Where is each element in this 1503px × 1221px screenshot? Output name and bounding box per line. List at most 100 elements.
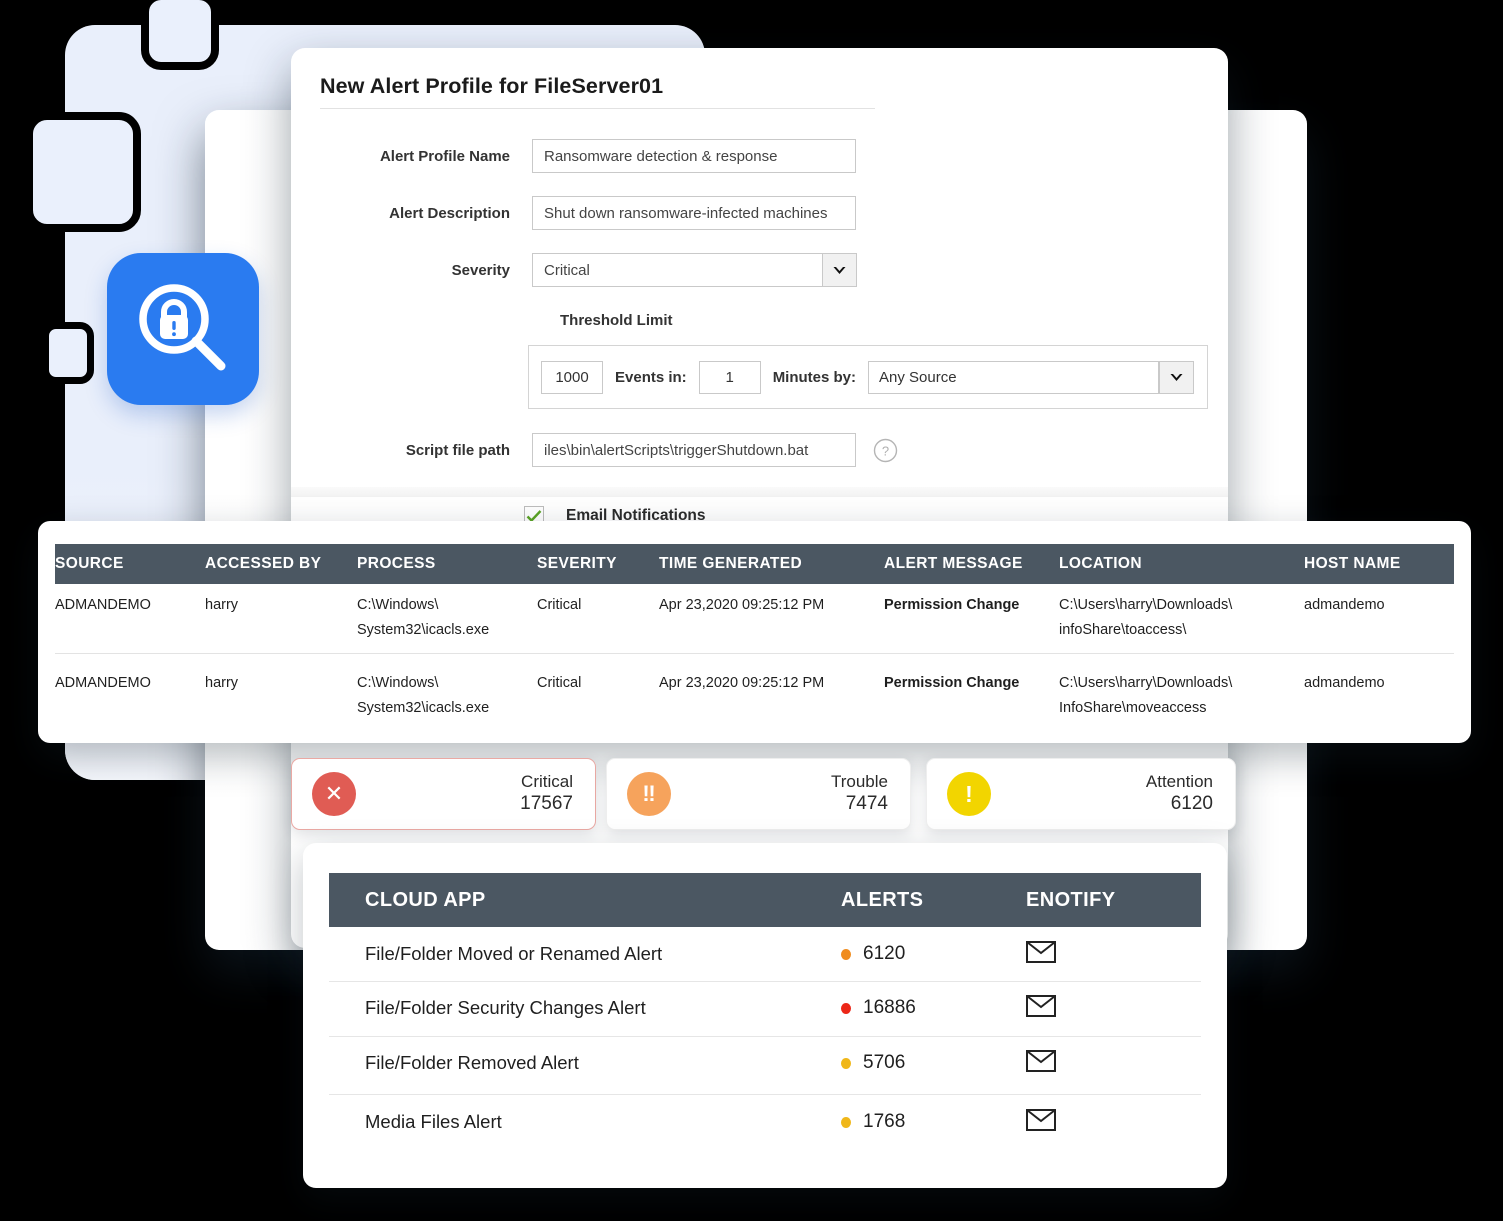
column-header-host-name: HOST NAME: [1304, 555, 1454, 573]
status-card-text: Critical 17567: [356, 772, 595, 816]
threshold-limit-label: Threshold Limit: [560, 312, 673, 329]
severity-dot: [841, 1117, 851, 1128]
status-card-text: Attention 6120: [991, 772, 1235, 816]
list-item[interactable]: File/Folder Removed Alert 5706: [329, 1036, 1201, 1090]
cell-location: C:\Users\harry\Downloads\InfoShare\movea…: [1059, 671, 1304, 721]
table-row-divider: [55, 653, 1454, 654]
status-card-trouble[interactable]: ‼ Trouble 7474: [606, 758, 911, 830]
status-badge: Trouble: [671, 772, 888, 793]
cloud-app-table-header: CLOUD APP ALERTS ENOTIFY: [329, 873, 1201, 927]
cell-alert-message: Permission Change: [884, 593, 1059, 643]
status-count: 7474: [671, 792, 888, 816]
alert-description-input[interactable]: Shut down ransomware-infected machines: [532, 196, 856, 230]
column-header-alert-message: ALERT MESSAGE: [884, 555, 1059, 573]
field-row-alert-description: Alert Description Shut down ransomware-i…: [320, 196, 856, 230]
cell-time-generated: Apr 23,2020 09:25:12 PM: [659, 593, 884, 643]
cloud-app-alerts: 1768: [841, 1111, 1026, 1133]
exclamation-circle-icon: !: [947, 772, 991, 816]
cloud-app-alert-count: 6120: [863, 943, 905, 965]
cell-accessed-by: harry: [205, 671, 357, 721]
envelope-icon[interactable]: [1026, 941, 1201, 968]
table-row[interactable]: ADMANDEMO harry C:\Windows\System32\icac…: [55, 593, 1454, 643]
table-row[interactable]: ADMANDEMO harry C:\Windows\System32\icac…: [55, 671, 1454, 721]
list-item[interactable]: Media Files Alert 1768: [329, 1095, 1201, 1149]
chevron-down-icon[interactable]: [1159, 361, 1194, 394]
status-card-critical[interactable]: ✕ Critical 17567: [291, 758, 596, 830]
script-file-path-label: Script file path: [320, 442, 510, 459]
cloud-app-alert-count: 16886: [863, 997, 916, 1019]
events-in-label: Events in:: [615, 369, 687, 386]
threshold-minutes-input[interactable]: 1: [699, 361, 761, 394]
cloud-app-name: File/Folder Removed Alert: [329, 1052, 841, 1074]
cloud-app-name: File/Folder Moved or Renamed Alert: [329, 943, 841, 965]
decorative-square-left: [25, 112, 141, 232]
cell-host-name: admandemo: [1304, 671, 1454, 721]
severity-dot: [841, 1003, 851, 1014]
list-item[interactable]: File/Folder Security Changes Alert 16886: [329, 981, 1201, 1035]
cloud-app-name: File/Folder Security Changes Alert: [329, 997, 841, 1019]
question-circle-icon[interactable]: ?: [873, 438, 898, 463]
column-header-severity: SEVERITY: [537, 555, 659, 573]
script-file-path-input[interactable]: iles\bin\alertScripts\triggerShutdown.ba…: [532, 433, 856, 467]
threshold-events-input[interactable]: 1000: [541, 361, 603, 394]
status-card-attention[interactable]: ! Attention 6120: [926, 758, 1236, 830]
severity-dot: [841, 1058, 851, 1069]
cell-location: C:\Users\harry\Downloads\infoShare\toacc…: [1059, 593, 1304, 643]
cell-host-name: admandemo: [1304, 593, 1454, 643]
cloud-app-alerts: 5706: [841, 1052, 1026, 1074]
envelope-icon[interactable]: [1026, 995, 1201, 1022]
status-count: 6120: [991, 792, 1213, 816]
cell-source: ADMANDEMO: [55, 593, 205, 643]
field-row-script-file-path: Script file path iles\bin\alertScripts\t…: [320, 433, 898, 467]
list-item[interactable]: File/Folder Moved or Renamed Alert 6120: [329, 927, 1201, 981]
envelope-icon[interactable]: [1026, 1050, 1201, 1077]
column-header-process: PROCESS: [357, 555, 537, 573]
alert-profile-name-label: Alert Profile Name: [320, 148, 510, 165]
severity-select[interactable]: Critical: [532, 253, 857, 287]
cell-time-generated: Apr 23,2020 09:25:12 PM: [659, 671, 884, 721]
cloud-app-name: Media Files Alert: [329, 1111, 841, 1133]
title-divider: [320, 108, 875, 109]
alerts-table-header: SOURCE ACCESSED BY PROCESS SEVERITY TIME…: [55, 544, 1454, 584]
cell-accessed-by: harry: [205, 593, 357, 643]
close-circle-icon: ✕: [312, 772, 356, 816]
envelope-icon[interactable]: [1026, 1109, 1201, 1136]
severity-label: Severity: [320, 262, 510, 279]
decorative-square-top: [141, 0, 219, 70]
cell-alert-message: Permission Change: [884, 671, 1059, 721]
svg-text:?: ?: [882, 443, 889, 458]
field-row-alert-profile-name: Alert Profile Name Ransomware detection …: [320, 139, 856, 173]
chevron-down-icon[interactable]: [822, 253, 857, 287]
alert-profile-name-input[interactable]: Ransomware detection & response: [532, 139, 856, 173]
status-card-text: Trouble 7474: [671, 772, 910, 816]
cell-process: C:\Windows\System32\icacls.exe: [357, 671, 537, 721]
cloud-app-alert-count: 5706: [863, 1052, 905, 1074]
lock-search-icon: [107, 253, 259, 405]
cell-severity: Critical: [537, 671, 659, 721]
severity-select-value[interactable]: Critical: [532, 253, 822, 287]
double-exclamation-circle-icon: ‼: [627, 772, 671, 816]
column-header-source: SOURCE: [55, 555, 205, 573]
page-title: New Alert Profile for FileServer01: [320, 74, 663, 99]
cloud-app-alerts: 16886: [841, 997, 1026, 1019]
column-header-time-generated: TIME GENERATED: [659, 555, 884, 573]
status-badge: Attention: [991, 772, 1213, 793]
column-header-location: LOCATION: [1059, 555, 1304, 573]
form-section-divider: [291, 487, 1228, 497]
column-header-enotify: ENOTIFY: [1026, 889, 1201, 912]
cloud-app-alerts: 6120: [841, 943, 1026, 965]
column-header-alerts: ALERTS: [841, 889, 1026, 912]
threshold-limit-group: 1000 Events in: 1 Minutes by: Any Source: [528, 345, 1208, 409]
cloud-app-alert-count: 1768: [863, 1111, 905, 1133]
status-count: 17567: [356, 792, 573, 816]
page-root: New Alert Profile for FileServer01 Alert…: [0, 0, 1503, 1221]
field-row-severity: Severity Critical: [320, 253, 857, 287]
alert-description-label: Alert Description: [320, 205, 510, 222]
minutes-by-label: Minutes by:: [773, 369, 856, 386]
column-header-cloud-app: CLOUD APP: [329, 889, 841, 912]
severity-dot: [841, 949, 851, 960]
threshold-source-select-value[interactable]: Any Source: [868, 361, 1159, 394]
status-badge: Critical: [356, 772, 573, 793]
cell-severity: Critical: [537, 593, 659, 643]
cell-process: C:\Windows\System32\icacls.exe: [357, 593, 537, 643]
